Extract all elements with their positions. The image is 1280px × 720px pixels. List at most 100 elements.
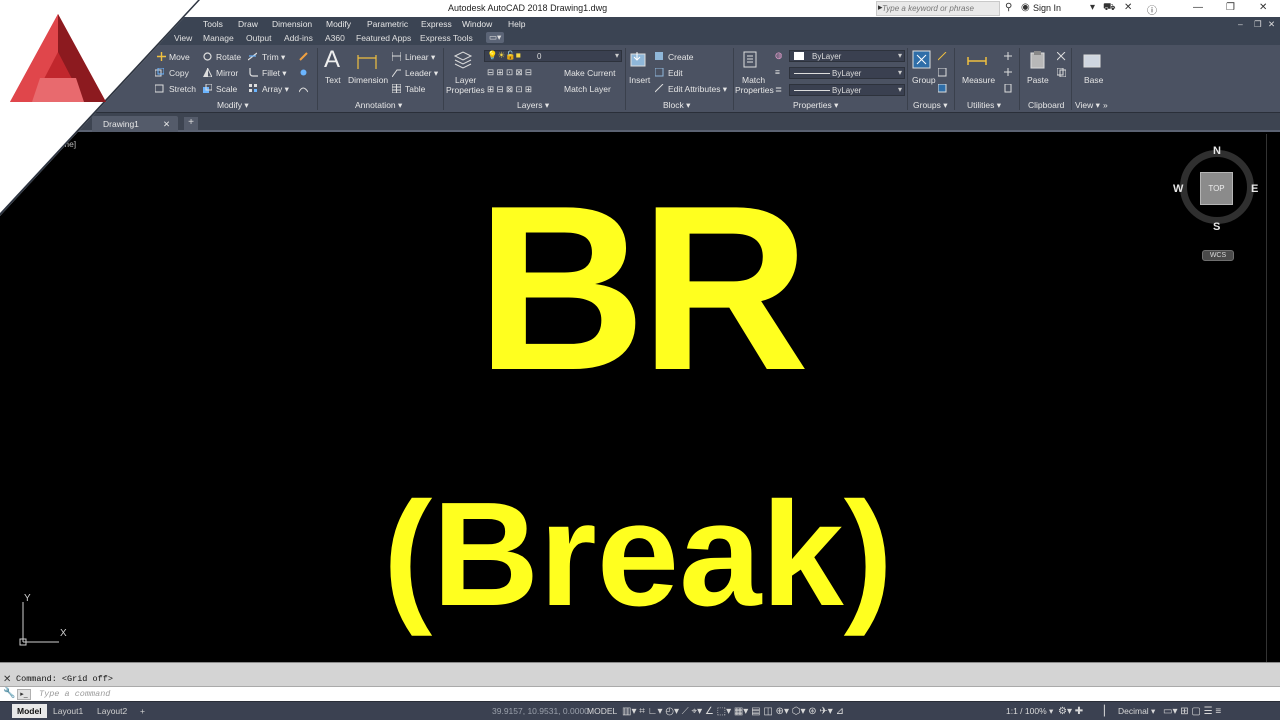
- menu-tools[interactable]: Tools: [203, 19, 223, 29]
- new-layout-button[interactable]: +: [135, 704, 150, 718]
- mirror-button[interactable]: Mirror: [216, 68, 238, 78]
- scale-button[interactable]: Scale: [216, 84, 237, 94]
- cart-icon[interactable]: ⛟: [1103, 2, 1116, 15]
- workspace-icons[interactable]: ⚙▾ ✚: [1058, 706, 1083, 717]
- edit-attributes-button[interactable]: Edit Attributes ▾: [668, 84, 727, 95]
- doc-restore-icon[interactable]: ❐: [1254, 19, 1262, 30]
- trim-button[interactable]: Trim ▾: [262, 52, 285, 63]
- rotate-button[interactable]: Rotate: [216, 52, 241, 62]
- properties-group-label[interactable]: Properties ▾: [793, 100, 838, 111]
- view-group-label[interactable]: View ▾: [1075, 100, 1100, 111]
- edit-block-button[interactable]: Edit: [668, 68, 683, 78]
- calculator-icon[interactable]: [1004, 84, 1013, 93]
- compass-east[interactable]: E: [1251, 183, 1258, 195]
- layer-properties-label[interactable]: Layer: [455, 75, 476, 85]
- dimension-button[interactable]: Dimension: [348, 75, 388, 85]
- group-button[interactable]: Group: [912, 75, 936, 85]
- quick-select-icon[interactable]: [1004, 52, 1013, 61]
- wcs-menu[interactable]: WCS: [1202, 250, 1234, 261]
- search-chevron-icon[interactable]: ▸: [878, 2, 883, 13]
- menu-window[interactable]: Window: [462, 19, 492, 29]
- layout-tab-layout2[interactable]: Layout2: [92, 704, 132, 718]
- menu-parametric[interactable]: Parametric: [367, 19, 408, 29]
- layout-tab-layout1[interactable]: Layout1: [48, 704, 88, 718]
- array-button[interactable]: Array ▾: [262, 84, 289, 95]
- insert-button[interactable]: Insert: [629, 75, 650, 85]
- utilities-group-label[interactable]: Utilities ▾: [967, 100, 1001, 111]
- copy-clip-icon[interactable]: [1057, 68, 1066, 77]
- leader-button[interactable]: Leader ▾: [405, 68, 438, 79]
- ribbon-display-toggle-icon[interactable]: ▭▾: [486, 32, 505, 43]
- make-current-button[interactable]: Make Current: [564, 68, 616, 78]
- create-block-button[interactable]: Create: [668, 52, 694, 62]
- doc-minimize-icon[interactable]: –: [1238, 19, 1243, 29]
- linear-button[interactable]: Linear ▾: [405, 52, 435, 63]
- layers-group-label[interactable]: Layers ▾: [517, 100, 549, 111]
- table-button[interactable]: Table: [405, 84, 425, 94]
- grid-icon[interactable]: ▥▾ ⌗ ∟▾ ◴▾ ⟋ ⌖▾ ∠ ⬚▾ ▦▾ ▤ ◫ ⊕▾ ⬡▾ ⊛ ✈▾ ⊿: [622, 706, 844, 717]
- viewcube-top-face[interactable]: TOP: [1200, 172, 1233, 205]
- layer-tools-icons[interactable]: ⊟ ⊞ ⊡ ⊠ ⊟: [487, 67, 532, 78]
- paste-button[interactable]: Paste: [1027, 75, 1049, 85]
- match-properties-label[interactable]: Match: [742, 75, 765, 85]
- binoculars-icon[interactable]: ⚲: [1005, 2, 1012, 13]
- group-selection-icon[interactable]: [938, 84, 947, 93]
- clipboard-group-label[interactable]: Clipboard: [1028, 100, 1064, 110]
- model-space-button[interactable]: MODEL: [587, 706, 617, 716]
- tab-a360[interactable]: A360: [325, 33, 345, 43]
- groups-group-label[interactable]: Groups ▾: [913, 100, 948, 111]
- exchange-icon[interactable]: ✕: [1124, 2, 1132, 13]
- match-layer-button[interactable]: Match Layer: [564, 84, 611, 94]
- explode-icon[interactable]: [299, 68, 308, 77]
- command-close-icon[interactable]: ✕: [3, 674, 11, 685]
- command-customize-icon[interactable]: 🔧: [3, 688, 15, 699]
- menu-draw[interactable]: Draw: [238, 19, 258, 29]
- text-button[interactable]: Text: [325, 75, 341, 85]
- command-line[interactable]: 🔧 ▸_ Type a command: [0, 686, 1280, 701]
- erase-icon[interactable]: [299, 52, 308, 61]
- user-icon[interactable]: ◉: [1021, 2, 1030, 13]
- layer-properties-button[interactable]: Properties: [446, 85, 485, 95]
- tab-manage[interactable]: Manage: [203, 33, 234, 43]
- modify-group-label[interactable]: Modify ▾: [217, 100, 249, 111]
- tab-add-ins[interactable]: Add-ins: [284, 33, 313, 43]
- menu-dimension[interactable]: Dimension: [272, 19, 312, 29]
- command-prompt-icon[interactable]: ▸_: [17, 689, 31, 700]
- annotation-group-label[interactable]: Annotation ▾: [355, 100, 402, 111]
- base-button[interactable]: Base: [1084, 75, 1103, 85]
- layer-tools-row-icons[interactable]: ⊞ ⊟ ⊠ ⊡ ⊞: [487, 84, 532, 95]
- compass-south[interactable]: S: [1213, 221, 1220, 233]
- compass-north[interactable]: N: [1213, 145, 1221, 157]
- annotation-scale-dropdown[interactable]: 1:1 / 100% ▾: [1006, 706, 1053, 717]
- doc-close-icon[interactable]: ✕: [1268, 19, 1275, 30]
- close-icon[interactable]: ✕: [1259, 2, 1267, 13]
- tab-express-tools[interactable]: Express Tools: [420, 33, 473, 43]
- id-point-icon[interactable]: [1004, 68, 1013, 77]
- ribbon-panel-menu-icon[interactable]: »: [1103, 100, 1108, 110]
- restore-icon[interactable]: ❐: [1226, 2, 1235, 13]
- sign-in-dropdown-icon[interactable]: ▾: [1090, 2, 1095, 13]
- group-edit-icon[interactable]: [938, 68, 947, 77]
- offset-icon[interactable]: [299, 84, 308, 93]
- menu-modify[interactable]: Modify: [326, 19, 351, 29]
- status-tail-icons[interactable]: ▭▾ ⊞ ▢ ☰ ≡: [1163, 706, 1221, 717]
- ungroup-icon[interactable]: [938, 52, 947, 61]
- menu-help[interactable]: Help: [508, 19, 525, 29]
- layout-tab-model[interactable]: Model: [12, 704, 47, 718]
- compass-west[interactable]: W: [1173, 183, 1183, 195]
- command-input[interactable]: Type a command: [39, 689, 110, 699]
- minimize-icon[interactable]: —: [1193, 2, 1203, 13]
- menu-express[interactable]: Express: [421, 19, 452, 29]
- tab-featured-apps[interactable]: Featured Apps: [356, 33, 411, 43]
- cut-icon[interactable]: [1057, 52, 1066, 61]
- coordinates-readout[interactable]: 39.9157, 10.9531, 0.0000: [492, 706, 589, 716]
- help-search-input[interactable]: Type a keyword or phrase: [876, 1, 1000, 16]
- block-group-label[interactable]: Block ▾: [663, 100, 690, 111]
- measure-button[interactable]: Measure: [962, 75, 995, 85]
- match-properties-button[interactable]: Properties: [735, 85, 774, 95]
- viewcube[interactable]: TOP N S W E: [1173, 145, 1258, 233]
- units-dropdown[interactable]: Decimal ▾: [1118, 706, 1155, 717]
- fillet-button[interactable]: Fillet ▾: [262, 68, 287, 79]
- color-dropdown[interactable]: ByLayer: [789, 50, 905, 62]
- help-icon[interactable]: ⓘ: [1147, 2, 1157, 17]
